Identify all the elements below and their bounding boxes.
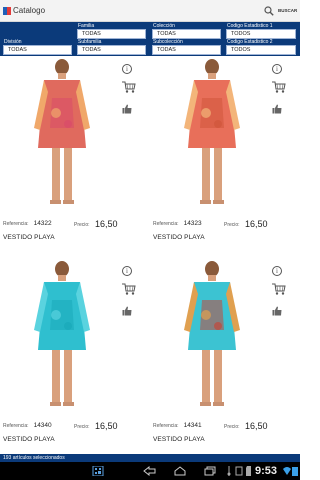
reference-label: Referencia: 14323 <box>153 220 202 227</box>
back-icon[interactable] <box>143 466 157 476</box>
thumbs-up-icon[interactable] <box>272 104 282 114</box>
codigo1-select[interactable]: TODOS <box>226 29 296 39</box>
codigo2-select[interactable]: TODOS <box>226 45 296 55</box>
product-photo[interactable] <box>22 260 102 412</box>
product-photo[interactable] <box>172 260 252 412</box>
reference-value: 14341 <box>183 422 202 429</box>
filter-bar: División TODAS Familia TODAS Subfamilia … <box>0 22 300 56</box>
price-label: Precio: <box>74 424 90 430</box>
familia-select[interactable]: TODAS <box>77 29 146 39</box>
price-label: Precio: <box>74 222 90 228</box>
selection-status-bar: 193 artículos seleccionados <box>0 454 300 462</box>
subfamilia-select[interactable]: TODAS <box>77 45 146 55</box>
cart-icon[interactable] <box>122 283 136 295</box>
division-select[interactable]: TODAS <box>3 45 72 55</box>
product-actions: i <box>122 266 150 321</box>
cart-icon[interactable] <box>272 283 286 295</box>
wifi-icon <box>283 467 291 475</box>
thumbs-up-icon[interactable] <box>122 104 132 114</box>
product-actions: i <box>122 64 150 119</box>
notification-icon <box>235 466 243 476</box>
usb-icon <box>227 466 231 476</box>
clock: 9:53 <box>255 465 278 477</box>
price-value: 16,50 <box>245 219 268 229</box>
cart-icon[interactable] <box>272 81 286 93</box>
search-button[interactable]: BUSCAR <box>278 8 297 13</box>
product-photo[interactable] <box>172 58 252 210</box>
price-value: 16,50 <box>95 219 118 229</box>
product-photo[interactable] <box>22 58 102 210</box>
app-title: Catalogo <box>13 6 46 15</box>
product-description: VESTIDO PLAYA <box>3 436 55 443</box>
info-icon[interactable]: i <box>122 266 132 276</box>
product-description: VESTIDO PLAYA <box>153 436 205 443</box>
reference-value: 14322 <box>33 220 52 227</box>
price-value: 16,50 <box>95 421 118 431</box>
reference-label: Referencia: 14340 <box>3 422 52 429</box>
product-actions: i <box>272 64 300 119</box>
system-nav-bar: 9:53 <box>0 462 300 480</box>
sd-card-icon <box>246 466 251 476</box>
search-icon[interactable] <box>264 6 274 16</box>
info-icon[interactable]: i <box>122 64 132 74</box>
thumbs-up-icon[interactable] <box>272 306 282 316</box>
cart-icon[interactable] <box>122 81 136 93</box>
product-description: VESTIDO PLAYA <box>3 234 55 241</box>
action-bar: Catalogo BUSCAR <box>0 0 300 22</box>
price-label: Precio: <box>224 424 240 430</box>
thumbs-up-icon[interactable] <box>122 306 132 316</box>
info-icon[interactable]: i <box>272 266 282 276</box>
product-actions: i <box>272 266 300 321</box>
reference-value: 14323 <box>183 220 202 227</box>
battery-icon <box>292 467 298 476</box>
qr-icon[interactable] <box>92 466 104 476</box>
price-label: Precio: <box>224 222 240 228</box>
coleccion-select[interactable]: TODAS <box>152 29 221 39</box>
subcoleccion-select[interactable]: TODAS <box>152 45 221 55</box>
reference-label: Referencia: 14322 <box>3 220 52 227</box>
selection-count: 193 artículos seleccionados <box>3 455 65 461</box>
info-icon[interactable]: i <box>272 64 282 74</box>
product-description: VESTIDO PLAYA <box>153 234 205 241</box>
reference-label: Referencia: 14341 <box>153 422 202 429</box>
app-logo-icon <box>3 7 11 15</box>
price-value: 16,50 <box>245 421 268 431</box>
reference-value: 14340 <box>33 422 52 429</box>
recent-apps-icon[interactable] <box>203 466 217 476</box>
home-icon[interactable] <box>173 466 187 476</box>
